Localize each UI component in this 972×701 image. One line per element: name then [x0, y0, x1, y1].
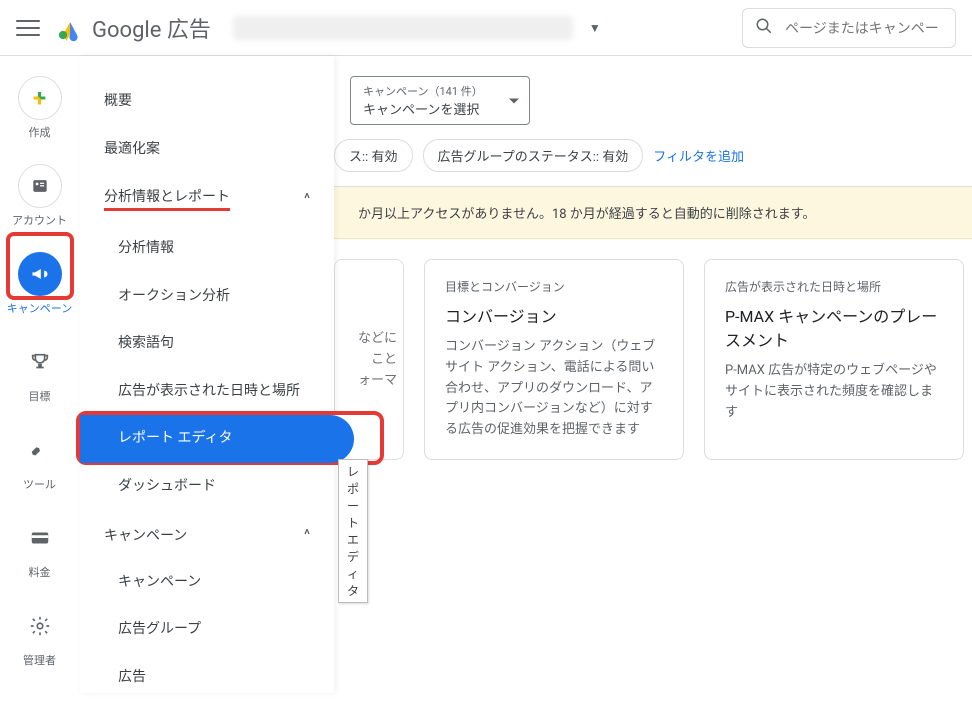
rail-goals[interactable]: 目標 — [4, 340, 76, 404]
rail-goals-label: 目標 — [29, 388, 51, 404]
card-icon — [18, 516, 62, 560]
menu-search-terms[interactable]: 検索語句 — [80, 320, 334, 368]
chevron-up-icon: ^ — [304, 191, 310, 207]
menu-campaigns-section[interactable]: キャンペーン ^ — [80, 511, 334, 559]
card-conv-eyebrow: 目標とコンバージョン — [445, 278, 663, 295]
rail-account[interactable]: アカウント — [4, 164, 76, 228]
plus-icon: + — [18, 76, 62, 120]
card-conversions[interactable]: 目標とコンバージョン コンバージョン コンバージョン アクション（ウェブサイト … — [424, 259, 684, 460]
card-left-line2: こと — [371, 352, 397, 367]
account-icon — [18, 164, 62, 208]
chip-status-partial[interactable]: ス:: 有効 — [334, 139, 413, 172]
card-left-line1: などに — [358, 331, 397, 346]
hamburger-menu-icon[interactable] — [16, 16, 40, 40]
left-rail: + 作成 アカウント キャンペーン 目標 ツール 料金 管理者 — [0, 56, 80, 693]
chevron-up-icon: ^ — [304, 527, 310, 543]
filter-chip-row: ス:: 有効 広告グループのステータス:: 有効 フィルタを追加 — [334, 133, 972, 187]
megaphone-icon — [18, 252, 62, 296]
brand-text: Google 広告 — [92, 12, 211, 44]
topbar: Google 広告 ▼ — [0, 0, 972, 56]
campaign-select-value: キャンペーンを選択 — [363, 99, 499, 118]
menu-insights-reports[interactable]: 分析情報とレポート ^ — [80, 172, 334, 225]
search-box[interactable] — [742, 8, 956, 48]
gear-icon — [18, 604, 62, 648]
rail-tools[interactable]: ツール — [4, 428, 76, 492]
menu-recommendations-label: 最適化案 — [104, 138, 160, 158]
menu-recommendations[interactable]: 最適化案 — [80, 124, 334, 172]
rail-billing[interactable]: 料金 — [4, 516, 76, 580]
banner-text: か月以上アクセスがありません。18 か月が経過すると自動的に削除されます。 — [358, 207, 816, 222]
rail-campaign[interactable]: キャンペーン — [4, 252, 76, 316]
menu-dashboard[interactable]: ダッシュボード — [80, 463, 334, 511]
menu-when-where[interactable]: 広告が表示された日時と場所 — [80, 368, 334, 416]
rail-account-label: アカウント — [12, 212, 67, 228]
account-switcher-caret-icon[interactable]: ▼ — [589, 21, 601, 35]
account-name-redacted — [233, 16, 573, 40]
search-icon — [755, 17, 773, 39]
menu-insights[interactable]: 分析情報 — [80, 225, 334, 273]
menu-report-editor[interactable]: レポート エディタ — [80, 415, 354, 463]
menu-overview[interactable]: 概要 — [80, 76, 334, 124]
card-left-line3: ォーマ — [358, 373, 397, 388]
menu-campaigns-section-label: キャンペーン — [104, 525, 187, 545]
rail-create[interactable]: + 作成 — [4, 76, 76, 140]
card-conv-body: コンバージョン アクション（ウェブサイト アクション、電話による問い合わせ、アプ… — [445, 337, 663, 441]
add-filter-link[interactable]: フィルタを追加 — [653, 146, 744, 165]
inactive-warning-banner: か月以上アクセスがありません。18 か月が経過すると自動的に削除されます。 — [334, 187, 972, 239]
tooltip-report-editor: レポート エディタ — [338, 459, 368, 603]
search-input[interactable] — [783, 19, 943, 37]
logo[interactable]: Google 広告 — [56, 12, 211, 44]
card-pmax-body: P-MAX 広告が特定のウェブページやサイトに表示された頻度を確認します — [725, 361, 943, 423]
rail-admin-label: 管理者 — [23, 652, 56, 668]
card-pmax-eyebrow: 広告が表示された日時と場所 — [725, 278, 943, 295]
caret-down-icon — [509, 98, 519, 103]
tools-icon — [18, 428, 62, 472]
menu-overview-label: 概要 — [104, 90, 132, 110]
rail-campaign-label: キャンペーン — [7, 300, 72, 316]
google-ads-logo-icon — [56, 14, 84, 42]
menu-insights-reports-label: 分析情報とレポート — [104, 186, 230, 211]
campaign-selector[interactable]: キャンペーン（141 件） キャンペーンを選択 — [350, 76, 530, 125]
side-menu: 概要 最適化案 分析情報とレポート ^ 分析情報 オークション分析 検索語句 広… — [80, 56, 334, 693]
card-conv-title: コンバージョン — [445, 303, 663, 327]
trophy-icon — [18, 340, 62, 384]
card-pmax-placement[interactable]: 広告が表示された日時と場所 P-MAX キャンペーンのプレースメント P-MAX… — [704, 259, 964, 460]
chip-adgroup-status[interactable]: 広告グループのステータス:: 有効 — [423, 139, 644, 172]
report-cards-row: . . などに こと ォーマ 目標とコンバージョン コンバージョン コンバージョ… — [334, 239, 972, 460]
rail-billing-label: 料金 — [29, 564, 51, 580]
rail-tools-label: ツール — [23, 476, 56, 492]
rail-admin[interactable]: 管理者 — [4, 604, 76, 668]
menu-ads[interactable]: 広告 — [80, 654, 334, 701]
card-pmax-title: P-MAX キャンペーンのプレースメント — [725, 303, 943, 351]
rail-create-label: 作成 — [29, 124, 51, 140]
campaign-selector-row: キャンペーン（141 件） キャンペーンを選択 — [334, 56, 972, 133]
menu-campaigns[interactable]: キャンペーン — [80, 559, 334, 607]
campaign-count-label: キャンペーン（141 件） — [363, 83, 499, 99]
menu-ad-groups[interactable]: 広告グループ — [80, 606, 334, 654]
menu-auction[interactable]: オークション分析 — [80, 273, 334, 321]
main-content: キャンペーン（141 件） キャンペーンを選択 ス:: 有効 広告グループのステ… — [334, 56, 972, 693]
